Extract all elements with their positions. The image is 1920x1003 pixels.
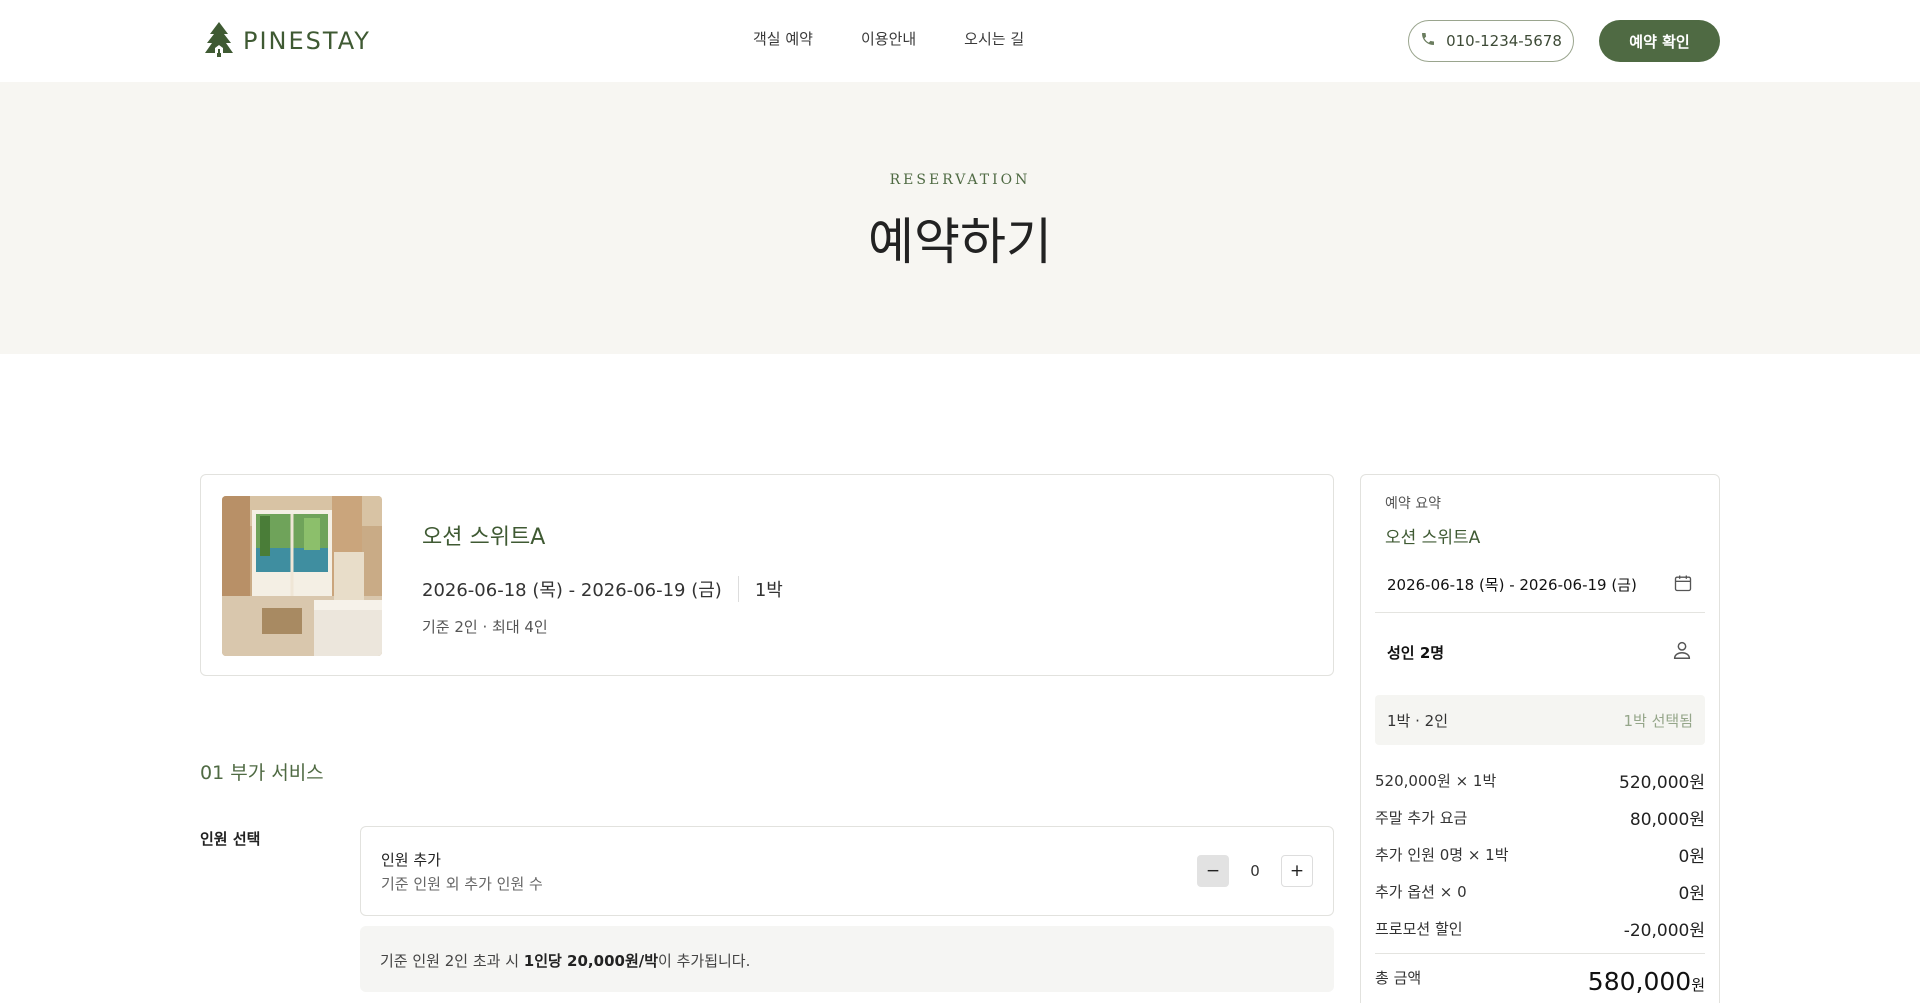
site-header: PINESTAY 객실 예약 이용안내 오시는 길 010-1234-5678 … <box>0 0 1920 82</box>
total-unit: 원 <box>1691 976 1705 994</box>
hero-eyebrow: RESERVATION <box>889 172 1031 188</box>
logo[interactable]: PINESTAY <box>203 22 371 60</box>
room-capacity: 기준 2인 · 최대 4인 <box>422 618 548 636</box>
room-nights: 1박 <box>754 580 783 601</box>
divider <box>1375 953 1705 954</box>
note-prefix: 기준 인원 2인 초과 시 <box>380 952 524 970</box>
total-label: 총 금액 <box>1375 969 1422 987</box>
stay-chip-right: 1박 선택됨 <box>1623 711 1693 730</box>
quantity-stepper: − 0 + <box>1197 855 1313 887</box>
hero-banner: RESERVATION 예약하기 <box>0 82 1920 354</box>
price-line-value: -20,000원 <box>1623 921 1705 941</box>
booking-summary: 예약 요약 오션 스위트A 2026-06-18 (목) - 2026-06-1… <box>1360 474 1720 1003</box>
page-title: 예약하기 <box>868 213 1052 271</box>
phone-icon <box>1420 31 1436 51</box>
calendar-icon <box>1673 573 1693 597</box>
price-line-value: 80,000원 <box>1629 810 1705 830</box>
note-suffix: 이 추가됩니다. <box>658 952 751 970</box>
price-line-label: 프로모션 할인 <box>1375 920 1463 938</box>
price-line-label: 주말 추가 요금 <box>1375 809 1468 827</box>
note-text: 기준 인원 2인 초과 시 1인당 20,000원/박이 추가됩니다. <box>380 950 750 971</box>
price-line-value: 0원 <box>1678 847 1705 867</box>
nav-item-guide[interactable]: 이용안내 <box>861 28 916 49</box>
stay-chip-left: 1박 · 2인 <box>1387 711 1448 730</box>
total-row: 총 금액 580,000원 <box>1375 967 1705 996</box>
price-line-label: 추가 옵션 × 0 <box>1375 883 1467 901</box>
section-title-addons: 01 부가 서비스 <box>200 762 324 784</box>
extra-guest-note: 기준 인원 2인 초과 시 1인당 20,000원/박이 추가됩니다. <box>360 926 1334 992</box>
room-dates: 2026-06-18 (목) - 2026-06-19 (금) 1박 <box>422 576 783 602</box>
price-line: 520,000원 × 1박 520,000원 <box>1375 762 1705 799</box>
nav-item-room-booking[interactable]: 객실 예약 <box>753 28 813 49</box>
price-line: 프로모션 할인 -20,000원 <box>1375 910 1705 947</box>
price-line: 주말 추가 요금 80,000원 <box>1375 799 1705 836</box>
summary-stay-chip: 1박 · 2인 1박 선택됨 <box>1375 695 1705 745</box>
price-line: 추가 인원 0명 × 1박 0원 <box>1375 836 1705 873</box>
summary-date-selector[interactable]: 2026-06-18 (목) - 2026-06-19 (금) <box>1375 557 1705 613</box>
price-breakdown: 520,000원 × 1박 520,000원 주말 추가 요금 80,000원 추가… <box>1375 762 1705 947</box>
phone-button[interactable]: 010-1234-5678 <box>1408 20 1574 62</box>
price-line-label: 추가 인원 0명 × 1박 <box>1375 846 1509 864</box>
extra-guest-option: 인원 추가 기준 인원 외 추가 인원 수 − 0 + <box>360 826 1334 916</box>
price-line: 추가 옵션 × 0 0원 <box>1375 873 1705 910</box>
divider <box>737 576 739 602</box>
extra-guest-desc: 기준 인원 외 추가 인원 수 <box>381 875 543 893</box>
summary-room-name: 오션 스위트A <box>1385 528 1481 548</box>
summary-label: 예약 요약 <box>1385 496 1441 512</box>
logo-text: PINESTAY <box>243 27 371 55</box>
room-date-range: 2026-06-18 (목) - 2026-06-19 (금) <box>422 580 722 601</box>
price-line-label: 520,000원 × 1박 <box>1375 772 1497 790</box>
extra-guest-title: 인원 추가 <box>381 851 441 869</box>
summary-guests: 성인 2명 <box>1387 643 1445 662</box>
reservation-confirm-button[interactable]: 예약 확인 <box>1599 20 1720 62</box>
summary-dates: 2026-06-18 (목) - 2026-06-19 (금) <box>1387 576 1637 594</box>
user-icon <box>1671 639 1693 665</box>
field-label-guests: 인원 선택 <box>200 830 261 848</box>
total-amount: 580,000원 <box>1588 967 1705 996</box>
main-nav: 객실 예약 이용안내 오시는 길 <box>753 28 1024 49</box>
nav-item-directions[interactable]: 오시는 길 <box>964 28 1024 49</box>
price-line-value: 0원 <box>1678 884 1705 904</box>
summary-guest-selector[interactable]: 성인 2명 <box>1375 629 1705 675</box>
price-line-value: 520,000원 <box>1619 773 1705 793</box>
room-photo <box>222 496 382 656</box>
room-name: 오션 스위트A <box>422 525 546 550</box>
decrease-button[interactable]: − <box>1197 855 1229 887</box>
increase-button[interactable]: + <box>1281 855 1313 887</box>
quantity-value: 0 <box>1250 862 1260 880</box>
room-card: 오션 스위트A 2026-06-18 (목) - 2026-06-19 (금) … <box>200 474 1334 676</box>
note-highlight: 1인당 20,000원/박 <box>523 952 659 970</box>
pine-tree-icon <box>203 20 235 62</box>
total-value: 580,000 <box>1587 967 1692 996</box>
phone-number: 010-1234-5678 <box>1446 32 1562 50</box>
